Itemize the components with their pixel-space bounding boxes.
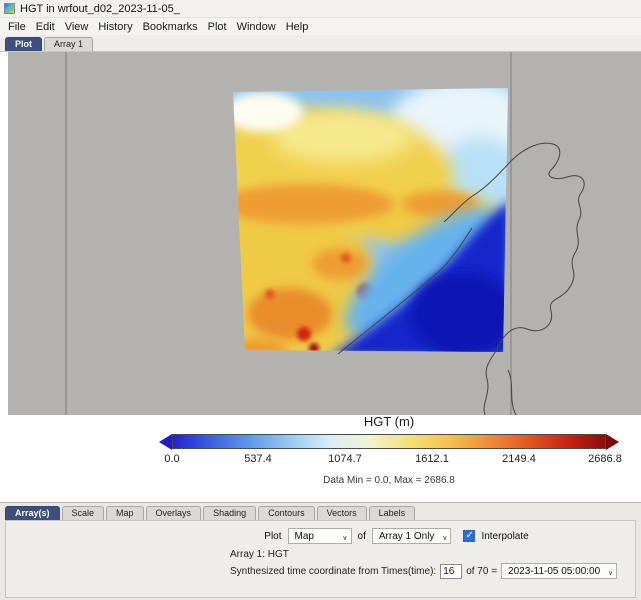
interpolate-label: Interpolate [481, 531, 528, 542]
window-title: HGT in wrfout_d02_2023-11-05_ [20, 3, 180, 15]
tab-overlays[interactable]: Overlays [146, 506, 202, 520]
time-total-label: of 70 = [466, 566, 497, 577]
tick-label: 2149.4 [502, 453, 536, 465]
tick-label: 0.0 [164, 453, 179, 465]
tab-arrays[interactable]: Array(s) [5, 506, 60, 520]
map-plot-canvas[interactable] [8, 52, 641, 415]
map-svg [8, 52, 641, 415]
colorbar-right-arrow [606, 434, 619, 450]
menu-file[interactable]: File [3, 21, 31, 33]
time-index-input[interactable] [440, 564, 462, 579]
chevron-down-icon: ∨ [608, 567, 613, 581]
colorbar [159, 433, 619, 450]
panel-content: Plot Map ∨ of Array 1 Only ∨ ✓ Interpola… [5, 520, 636, 598]
tab-scale[interactable]: Scale [62, 506, 105, 520]
bottom-tab-bar: Array(s) Scale Map Overlays Shading Cont… [5, 504, 641, 520]
plot-type-select[interactable]: Map ∨ [288, 528, 352, 544]
colorbar-gradient [172, 434, 606, 449]
chevron-down-icon: ∨ [442, 532, 447, 546]
check-icon: ✓ [465, 530, 473, 542]
plot-title: HGT (m) [159, 414, 619, 429]
menu-plot[interactable]: Plot [203, 21, 232, 33]
plot-type-value: Map [295, 531, 314, 542]
menubar: File Edit View History Bookmarks Plot Wi… [0, 18, 641, 35]
menu-window[interactable]: Window [232, 21, 281, 33]
menu-view[interactable]: View [60, 21, 94, 33]
interpolate-checkbox[interactable]: ✓ [463, 530, 475, 542]
tab-map[interactable]: Map [106, 506, 144, 520]
menu-bookmarks[interactable]: Bookmarks [138, 21, 203, 33]
plot-label: Plot [264, 531, 281, 542]
colorbar-block: HGT (m) 0.0 537.4 1074.7 1612.1 2149.4 2… [159, 414, 619, 486]
titlebar: HGT in wrfout_d02_2023-11-05_ [0, 0, 641, 18]
time-label: Synthesized time coordinate from Times(t… [230, 566, 436, 577]
menu-help[interactable]: Help [281, 21, 314, 33]
array-select-value: Array 1 Only [379, 531, 435, 542]
control-panel: Array(s) Scale Map Overlays Shading Cont… [0, 502, 641, 600]
colorbar-left-arrow [159, 434, 172, 450]
of-label: of [358, 531, 366, 542]
array-select[interactable]: Array 1 Only ∨ [372, 528, 452, 544]
data-range-caption: Data Min = 0.0, Max = 2686.8 [159, 475, 619, 486]
tab-array-1[interactable]: Array 1 [44, 37, 93, 51]
tab-contours[interactable]: Contours [258, 506, 315, 520]
app-icon [4, 3, 15, 14]
tab-labels[interactable]: Labels [369, 506, 416, 520]
colorbar-ticks: 0.0 537.4 1074.7 1612.1 2149.4 2686.8 [159, 453, 619, 466]
plot-options-row: Plot Map ∨ of Array 1 Only ∨ ✓ Interpola… [82, 528, 641, 544]
chevron-down-icon: ∨ [342, 532, 347, 546]
tick-label: 1612.1 [415, 453, 449, 465]
tab-plot[interactable]: Plot [5, 37, 42, 51]
tick-label: 2686.8 [588, 453, 622, 465]
tab-shading[interactable]: Shading [203, 506, 256, 520]
array-info: Array 1: HGT [230, 549, 289, 560]
menu-history[interactable]: History [93, 21, 137, 33]
tick-label: 1074.7 [328, 453, 362, 465]
menu-edit[interactable]: Edit [31, 21, 60, 33]
time-value: 2023-11-05 05:00:00 [508, 566, 600, 577]
tab-vectors[interactable]: Vectors [317, 506, 367, 520]
top-tab-bar: Plot Array 1 [0, 35, 641, 52]
tick-label: 537.4 [244, 453, 272, 465]
time-select[interactable]: 2023-11-05 05:00:00 ∨ [501, 563, 617, 579]
time-coordinate-row: Synthesized time coordinate from Times(t… [230, 563, 617, 579]
